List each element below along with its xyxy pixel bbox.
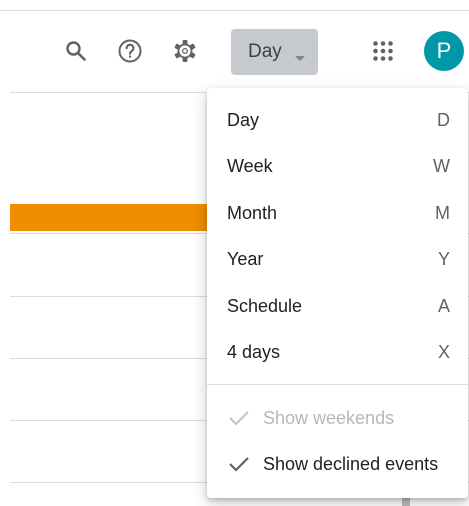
- menu-item-week[interactable]: Week W: [207, 143, 468, 189]
- menu-item-shortcut: X: [437, 341, 450, 362]
- search-icon: [64, 39, 88, 63]
- menu-item-label: 4 days: [227, 341, 281, 362]
- gear-icon: [172, 38, 198, 64]
- menu-item-label: Day: [227, 109, 260, 130]
- menu-item-label: Schedule: [227, 295, 303, 316]
- menu-divider: [207, 384, 468, 385]
- menu-item-year[interactable]: Year Y: [207, 236, 468, 282]
- menu-item-shortcut: Y: [437, 248, 450, 269]
- menu-item-day[interactable]: Day D: [207, 97, 468, 143]
- search-button[interactable]: [58, 33, 94, 69]
- caret-down-icon: [295, 49, 305, 67]
- help-button[interactable]: [112, 33, 148, 69]
- menu-item-shortcut: A: [437, 295, 450, 316]
- menu-item-shortcut: M: [435, 202, 450, 223]
- top-divider: [0, 10, 469, 11]
- checkmark-icon: [227, 452, 251, 476]
- apps-button[interactable]: [365, 33, 401, 69]
- view-selector-label: Day: [248, 41, 282, 62]
- option-label: Show declined events: [263, 453, 439, 474]
- menu-item-4-days[interactable]: 4 days X: [207, 329, 468, 375]
- avatar[interactable]: P: [424, 31, 464, 71]
- avatar-initial: P: [436, 38, 452, 63]
- checkmark-icon: [227, 406, 251, 430]
- menu-item-month[interactable]: Month M: [207, 190, 468, 236]
- apps-grid-icon: [372, 40, 394, 62]
- show-declined-events-option[interactable]: Show declined events: [207, 441, 468, 487]
- view-selector-button[interactable]: Day: [231, 29, 318, 75]
- menu-item-label: Month: [227, 202, 278, 223]
- menu-item-shortcut: D: [437, 109, 450, 130]
- show-weekends-option[interactable]: Show weekends: [207, 395, 468, 441]
- menu-item-label: Year: [227, 248, 264, 269]
- settings-button[interactable]: [167, 33, 203, 69]
- menu-item-label: Week: [227, 155, 273, 176]
- menu-item-schedule[interactable]: Schedule A: [207, 283, 468, 329]
- help-icon: [117, 38, 143, 64]
- calendar-screen: Day P Day D Week W Month M Year Y Schedu…: [0, 0, 469, 506]
- event-bar[interactable]: [10, 204, 220, 231]
- view-menu: Day D Week W Month M Year Y Schedule A 4…: [207, 88, 468, 498]
- menu-item-shortcut: W: [433, 155, 450, 176]
- option-label: Show weekends: [263, 407, 395, 428]
